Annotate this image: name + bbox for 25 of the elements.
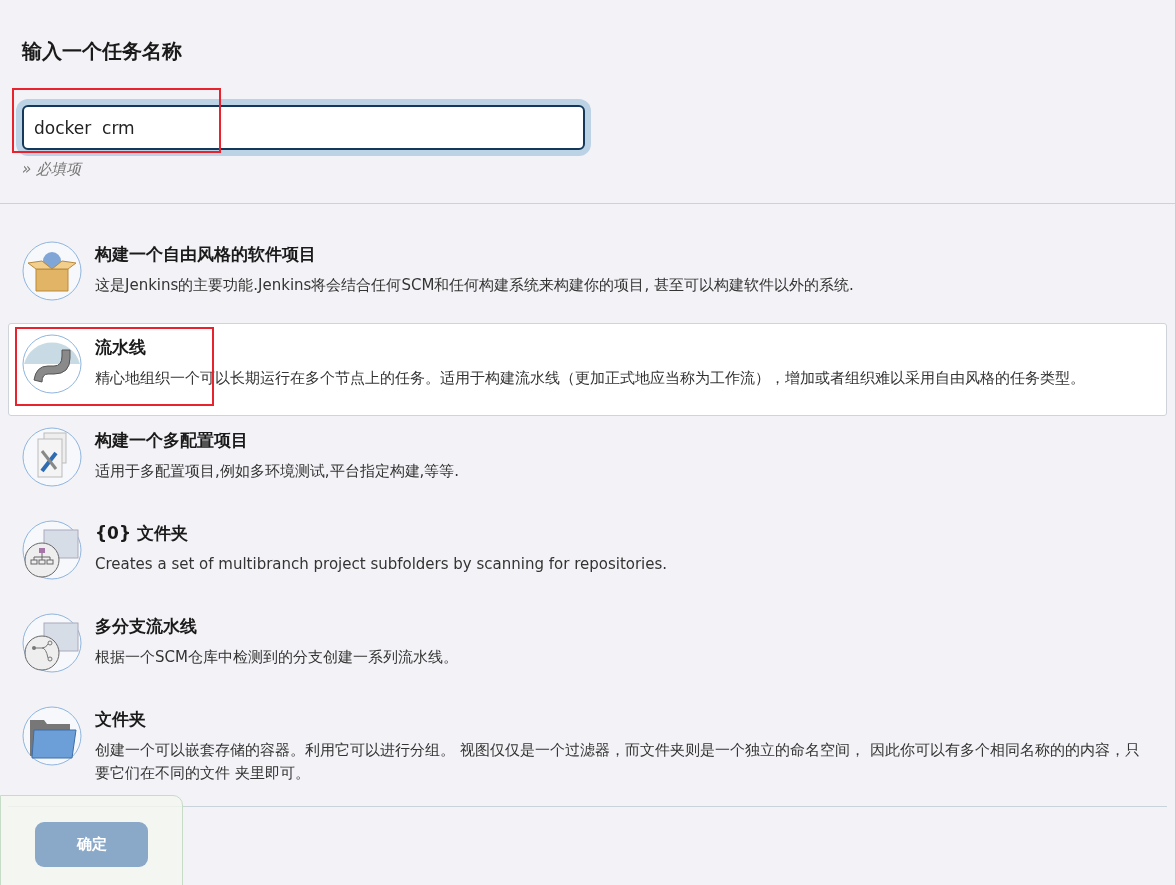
job-type-option[interactable]: 构建一个多配置项目 适用于多配置项目,例如多环境测试,平台指定构建,等等. — [8, 416, 1167, 509]
option-title: 文件夹 — [95, 708, 147, 731]
required-hint: » 必填项 — [22, 160, 82, 179]
folder-icon — [22, 706, 82, 766]
option-description: Creates a set of multibranch project subfolders by scanning for repositories. — [95, 554, 668, 575]
job-type-option[interactable]: 构建一个自由风格的软件项目 这是Jenkins的主要功能.Jenkins将会结合任何SCM和任何构建系统来构建你的项目, 甚至可以构建软件以外的系统. — [8, 230, 1167, 323]
option-description: 适用于多配置项目,例如多环境测试,平台指定构建,等等. — [95, 461, 460, 482]
package-icon — [22, 241, 82, 301]
field-label: 输入一个任务名称 — [22, 38, 183, 65]
option-title: 流水线 — [95, 336, 147, 359]
option-title: {0} 文件夹 — [95, 522, 189, 545]
option-description: 根据一个SCM仓库中检测到的分支创建一系列流水线。 — [95, 647, 458, 668]
job-type-option[interactable]: {0} 文件夹 Creates a set of multibranch project subfolders by scanning for repositories. — [8, 509, 1167, 602]
pipe-icon — [22, 334, 82, 394]
job-type-option[interactable]: 文件夹 创建一个可以嵌套存储的容器。利用它可以进行分组。 视图仅仅是一个过滤器，而文件夹则是一个独立的命名空间， 因此你可以有多个相同名称的的内容，只要它们在不同的文件 夹里即可。 — [8, 695, 1167, 798]
folder-hierarchy-icon — [22, 520, 82, 580]
option-description: 创建一个可以嵌套存储的容器。利用它可以进行分组。 视图仅仅是一个过滤器，而文件夹则是一个独立的命名空间， 因此你可以有多个相同名称的的内容，只要它们在不同的文件 夹里即可。 — [95, 740, 1141, 784]
option-title: 构建一个自由风格的软件项目 — [95, 243, 317, 266]
tools-icon — [22, 427, 82, 487]
option-title: 构建一个多配置项目 — [95, 429, 249, 452]
option-title: 多分支流水线 — [95, 615, 198, 638]
option-description: 这是Jenkins的主要功能.Jenkins将会结合任何SCM和任何构建系统来构建你的项目, 甚至可以构建软件以外的系统. — [95, 275, 854, 296]
job-type-option[interactable]: 多分支流水线 根据一个SCM仓库中检测到的分支创建一系列流水线。 — [8, 602, 1167, 695]
name-input-field[interactable]: docker crm — [22, 105, 585, 150]
folder-branch-icon — [22, 613, 82, 673]
